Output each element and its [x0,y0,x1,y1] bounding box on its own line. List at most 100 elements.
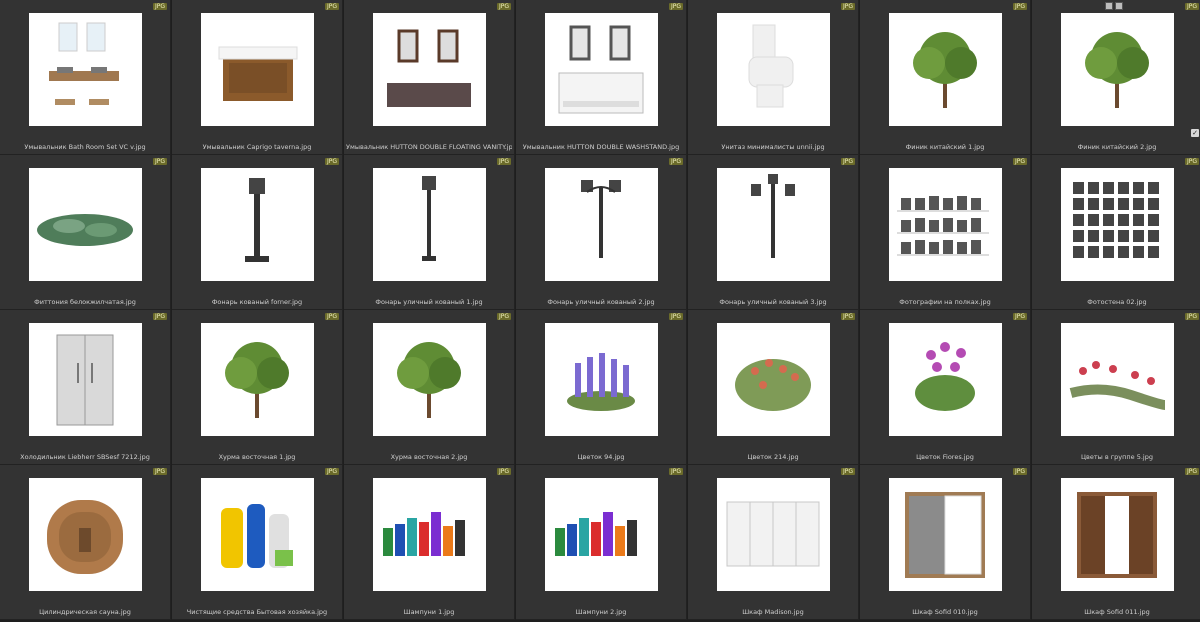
thumbnail-cell[interactable]: JPG Унитаз минималисты unnii.jpg [688,0,859,155]
file-type-badge: JPG [1184,3,1199,10]
thumbnail-cell[interactable]: JPG Фонарь уличный кованый 3.jpg [688,155,859,310]
thumbnail-cell[interactable]: JPG Умывальник Bath Room Set VC v.jpg [0,0,171,155]
triple-street-lamp-icon [717,168,830,281]
double-street-lamp-icon [545,168,658,281]
refrigerator-icon [29,323,142,436]
shampoo-bottles-icon [373,478,486,591]
file-type-badge: JPG [668,3,683,10]
thumbnail-caption: Фотостена 02.jpg [1087,298,1147,306]
file-type-badge: JPG [152,313,167,320]
file-type-badge: JPG [840,313,855,320]
thumbnail-tools [1105,2,1123,10]
thumbnail-caption: Холодильник Liebherr SBSesf 7212.jpg [20,453,150,461]
file-type-badge: JPG [324,3,339,10]
wardrobe-gray-icon [889,478,1002,591]
cleaning-bottles-icon [201,478,314,591]
thumbnail-cell[interactable]: JPG Умывальник HUTTON DOUBLE FLOATING VAN… [344,0,515,155]
file-type-badge: JPG [1184,313,1199,320]
thumbnail-caption: Шкаф Sofid 011.jpg [1084,608,1150,616]
thumbnail-cell[interactable]: JPG Фотостена 02.jpg [1032,155,1200,310]
lavender-icon [545,323,658,436]
street-lamp-icon [373,168,486,281]
thumbnail-caption: Умывальник HUTTON DOUBLE WASHSTAND.jpg [522,143,680,151]
tree-icon [1061,13,1174,126]
thumbnail-cell[interactable]: JPG Умывальник HUTTON DOUBLE WASHSTAND.jp… [516,0,687,155]
thumbnail-caption: Фонарь уличный кованый 3.jpg [719,298,827,306]
photo-shelves-icon [889,168,1002,281]
flower-group-icon [1061,323,1174,436]
thumbnail-cell[interactable]: JPG Финик китайский 1.jpg [860,0,1031,155]
tree-icon [201,323,314,436]
edit-icon[interactable] [1115,2,1123,10]
thumbnail-cell[interactable]: JPG Цветок 214.jpg [688,310,859,465]
ground-plant-icon [29,168,142,281]
washstand-icon [545,13,658,126]
thumbnail-cell[interactable]: JPG Шампуни 1.jpg [344,465,515,620]
thumbnail-cell[interactable]: JPG Фонарь кованый forner.jpg [172,155,343,310]
vanity-cabinet-icon [201,13,314,126]
tree-icon [889,13,1002,126]
bathroom-sink-set-icon [29,13,142,126]
file-type-badge: JPG [1012,158,1027,165]
thumbnail-caption: Фонарь уличный кованый 2.jpg [547,298,655,306]
thumbnail-cell[interactable]: JPG Цветы в группе 5.jpg [1032,310,1200,465]
checkbox-icon[interactable]: ✓ [1191,129,1199,137]
thumbnail-cell[interactable]: JPG Умывальник Caprigo taverna.jpg [172,0,343,155]
thumbnail-caption: Унитаз минималисты unnii.jpg [721,143,825,151]
thumbnail-caption: Шкаф Sofid 010.jpg [912,608,978,616]
thumbnail-cell[interactable]: JPG Фонарь уличный кованый 1.jpg [344,155,515,310]
file-type-badge: JPG [496,3,511,10]
file-type-badge: JPG [668,158,683,165]
thumbnail-cell[interactable]: JPG Чистящие средства Бытовая хозяйка.jpg [172,465,343,620]
thumbnail-caption: Шампуни 2.jpg [575,608,627,616]
thumbnail-caption: Цилиндрическая сауна.jpg [39,608,131,616]
thumbnail-caption: Цветок Fiores.jpg [916,453,974,461]
file-type-badge: JPG [840,468,855,475]
stop-icon[interactable] [1105,2,1113,10]
thumbnail-cell[interactable]: JPG Фотографии на полках.jpg [860,155,1031,310]
thumbnail-cell[interactable]: JPG Фиттония белокжилчатая.jpg [0,155,171,310]
file-type-badge: JPG [840,158,855,165]
thumbnail-cell[interactable]: JPG Цилиндрическая сауна.jpg [0,465,171,620]
thumbnail-cell[interactable]: JPG Холодильник Liebherr SBSesf 7212.jpg [0,310,171,465]
thumbnail-cell[interactable]: JPG Финик китайский 2.jpg ✓ [1032,0,1200,155]
file-type-badge: JPG [668,468,683,475]
thumbnail-caption: Финик китайский 1.jpg [905,143,985,151]
shampoo-bottles-icon [545,478,658,591]
toilet-icon [717,13,830,126]
thumbnail-cell[interactable]: JPG Шкаф Madison.jpg [688,465,859,620]
flower-plant-icon [889,323,1002,436]
thumbnail-cell[interactable]: JPG Шкаф Sofid 011.jpg [1032,465,1200,620]
thumbnail-caption: Фонарь кованый forner.jpg [211,298,303,306]
thumbnail-cell[interactable]: JPG Цветок Fiores.jpg [860,310,1031,465]
tree-icon [373,323,486,436]
file-type-badge: JPG [152,468,167,475]
thumbnail-caption: Хурма восточная 2.jpg [390,453,468,461]
thumbnail-caption: Хурма восточная 1.jpg [218,453,296,461]
photo-wall-icon [1061,168,1174,281]
thumbnail-cell[interactable]: JPG Шкаф Sofid 010.jpg [860,465,1031,620]
file-type-badge: JPG [324,158,339,165]
thumbnail-cell[interactable]: JPG Хурма восточная 1.jpg [172,310,343,465]
thumbnail-caption: Фотографии на полках.jpg [899,298,991,306]
file-type-badge: JPG [1012,3,1027,10]
file-type-badge: JPG [324,468,339,475]
thumbnail-caption: Фонарь уличный кованый 1.jpg [375,298,483,306]
thumbnail-caption: Цветок 94.jpg [577,453,625,461]
thumbnail-caption: Финик китайский 2.jpg [1077,143,1157,151]
file-type-badge: JPG [840,3,855,10]
thumbnail-caption: Цветы в группе 5.jpg [1081,453,1153,461]
file-type-badge: JPG [1184,158,1199,165]
thumbnail-cell[interactable]: JPG Цветок 94.jpg [516,310,687,465]
ornate-lamp-icon [201,168,314,281]
thumbnail-cell[interactable]: JPG Шампуни 2.jpg [516,465,687,620]
thumbnail-caption: Шампуни 1.jpg [403,608,455,616]
thumbnail-caption: Цветок 214.jpg [747,453,799,461]
flower-bush-icon [717,323,830,436]
file-type-badge: JPG [152,158,167,165]
barrel-sauna-icon [29,478,142,591]
thumbnail-cell[interactable]: JPG Хурма восточная 2.jpg [344,310,515,465]
thumbnail-cell[interactable]: JPG Фонарь уличный кованый 2.jpg [516,155,687,310]
file-type-badge: JPG [668,313,683,320]
thumbnail-caption: Умывальник Caprigo taverna.jpg [202,143,312,151]
